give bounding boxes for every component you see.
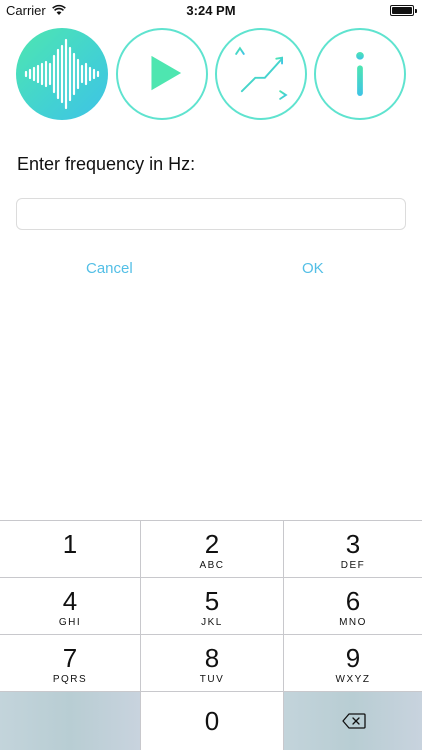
key-number: 5 xyxy=(204,586,220,616)
key-letters: WXYZ xyxy=(335,674,371,685)
status-time: 3:24 PM xyxy=(186,3,236,18)
key-4[interactable]: 4 GHI xyxy=(0,577,140,634)
key-2[interactable]: 2 ABC xyxy=(140,520,284,577)
key-number: 7 xyxy=(62,643,78,673)
delete-key[interactable] xyxy=(284,691,422,750)
key-number: 4 xyxy=(62,586,78,616)
key-number: 2 xyxy=(204,529,220,559)
key-letters: PQRS xyxy=(52,674,88,685)
key-6[interactable]: 6 MNO xyxy=(284,577,422,634)
key-number: 3 xyxy=(345,529,361,559)
frequency-input[interactable] xyxy=(16,198,406,230)
key-letters: JKL xyxy=(201,617,223,628)
blank-key xyxy=(0,691,140,750)
key-letters: MNO xyxy=(339,617,367,628)
battery-icon xyxy=(390,5,417,16)
cancel-button[interactable]: Cancel xyxy=(86,260,133,277)
key-5[interactable]: 5 JKL xyxy=(140,577,284,634)
key-0[interactable]: 0 xyxy=(140,691,284,750)
key-number: 0 xyxy=(204,706,220,736)
record-button[interactable] xyxy=(16,28,108,120)
play-button[interactable] xyxy=(116,28,208,120)
key-1[interactable]: 1 xyxy=(0,520,140,577)
key-9[interactable]: 9 WXYZ xyxy=(284,634,422,691)
mode-toolbar xyxy=(0,28,422,122)
play-icon xyxy=(151,55,182,91)
waveform-icon xyxy=(24,38,100,110)
key-number: 9 xyxy=(345,643,361,673)
key-number: 6 xyxy=(345,586,361,616)
graph-icon xyxy=(235,46,288,100)
key-letters: TUV xyxy=(199,674,225,685)
key-letters: ABC xyxy=(199,560,225,571)
key-8[interactable]: 8 TUV xyxy=(140,634,284,691)
numeric-keypad: 1 2 ABC 3 DEF 4 GHI 5 JKL 6 MNO 7 PQRS 8… xyxy=(0,520,422,750)
key-3[interactable]: 3 DEF xyxy=(284,520,422,577)
key-number: 1 xyxy=(62,529,78,559)
key-7[interactable]: 7 PQRS xyxy=(0,634,140,691)
key-number: 8 xyxy=(204,643,220,673)
frequency-prompt: Enter frequency in Hz: xyxy=(17,154,196,174)
info-button[interactable] xyxy=(314,28,406,120)
key-letters: DEF xyxy=(340,560,366,571)
ok-button[interactable]: OK xyxy=(302,260,324,277)
status-bar: Carrier 3:24 PM xyxy=(0,0,422,22)
info-icon xyxy=(356,52,364,96)
graph-button[interactable] xyxy=(215,28,307,120)
backspace-icon xyxy=(342,713,366,729)
key-letters: GHI xyxy=(58,617,82,628)
